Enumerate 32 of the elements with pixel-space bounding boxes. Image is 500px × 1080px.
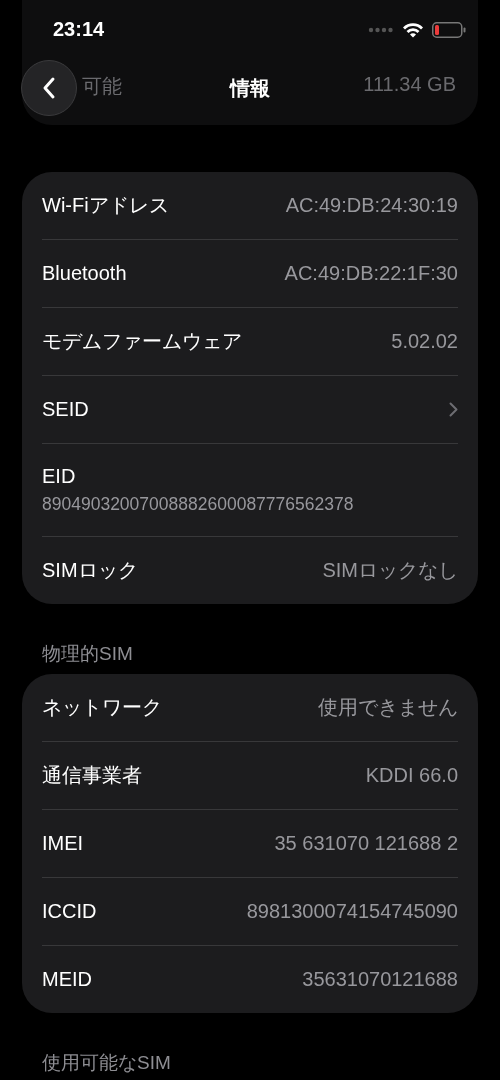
row-label: SIMロック <box>42 558 138 583</box>
status-time: 23:14 <box>53 18 105 41</box>
row-value: KDDI 66.0 <box>365 764 458 787</box>
row-label: MEID <box>42 968 92 991</box>
row-value: AC:49:DB:22:1F:30 <box>284 262 458 285</box>
row-label: Bluetooth <box>42 262 127 285</box>
section-header: 使用可能なSIM <box>41 1051 172 1075</box>
row-value: 5.02.02 <box>391 330 458 353</box>
row-value: AC:49:DB:24:30:19 <box>285 194 458 217</box>
page-title: 情報 <box>230 75 270 101</box>
row-value: 8981300074154745090 <box>246 900 458 923</box>
row-value: 35 631070 121688 2 <box>274 832 458 855</box>
row-value: 35631070121688 <box>302 968 458 991</box>
row-value: 使用できません <box>318 695 458 720</box>
section-header: 物理的SIM <box>41 642 134 666</box>
row-label: モデムファームウェア <box>42 329 242 354</box>
row-label: Wi-Fiアドレス <box>42 193 169 218</box>
row-value: 89049032007008882600087776562378 <box>42 494 354 515</box>
chevron-right-icon <box>449 402 458 417</box>
signal-icon <box>368 26 394 33</box>
settings-row[interactable]: SEID <box>42 376 458 443</box>
chevron-left-icon <box>42 76 56 100</box>
wifi-icon <box>402 21 424 38</box>
row-label: 可能 <box>82 74 122 99</box>
row-label: ネットワーク <box>42 695 162 720</box>
battery-icon <box>432 21 466 38</box>
row-value: 111.34 GB <box>363 73 456 97</box>
row-value: SIMロックなし <box>322 558 458 583</box>
row-label: IMEI <box>42 832 84 855</box>
row-label: EID <box>42 465 76 488</box>
row-label: ICCID <box>42 900 97 923</box>
row-label: 通信事業者 <box>42 763 142 788</box>
